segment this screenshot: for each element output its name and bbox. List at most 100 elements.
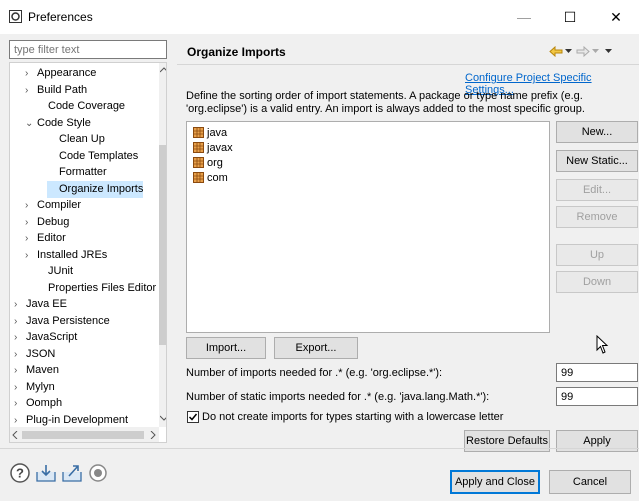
tree-item[interactable]: Clean Up	[47, 131, 105, 148]
tree-item[interactable]: › Compiler	[25, 197, 81, 214]
export-preferences-icon[interactable]	[61, 462, 83, 484]
tree-item[interactable]: › Installed JREs	[25, 247, 107, 264]
tree-item-label: Java Persistence	[26, 314, 110, 327]
cancel-button[interactable]: Cancel	[549, 470, 631, 494]
tree-item-label: Code Templates	[59, 149, 139, 162]
collapsed-chevron-icon[interactable]: ›	[25, 214, 37, 231]
tree-item[interactable]: › JSON	[14, 346, 55, 363]
export-button[interactable]: Export...	[274, 337, 358, 359]
forward-menu-chevron-icon[interactable]	[592, 49, 599, 54]
lowercase-checkbox-label[interactable]: Do not create imports for types starting…	[202, 411, 503, 423]
imports-threshold-label: Number of imports needed for .* (e.g. 'o…	[186, 367, 443, 379]
imports-threshold-input[interactable]	[556, 363, 638, 382]
tree-item[interactable]: Organize Imports	[47, 180, 144, 198]
tree-item-label: Code Coverage	[48, 100, 126, 112]
close-button[interactable]: ✕	[593, 0, 639, 34]
scroll-up-icon[interactable]	[160, 67, 167, 73]
filter-input[interactable]	[9, 40, 167, 59]
remove-button[interactable]: Remove	[556, 206, 638, 228]
title-bar: Preferences — ☐ ✕	[0, 0, 639, 34]
tree-item-label: Editor	[37, 232, 66, 244]
page-header: Organize Imports	[177, 38, 639, 65]
collapsed-chevron-icon[interactable]: ›	[14, 412, 26, 429]
collapsed-chevron-icon[interactable]: ›	[25, 230, 37, 247]
apply-and-close-button[interactable]: Apply and Close	[450, 470, 540, 494]
collapsed-chevron-icon[interactable]: ›	[14, 346, 26, 363]
description-line-2: 'org.eclipse') is a valid entry. An impo…	[186, 103, 585, 115]
page-title: Organize Imports	[187, 45, 286, 59]
up-button[interactable]: Up	[556, 244, 638, 266]
minimize-button[interactable]: —	[501, 0, 547, 34]
tree-item[interactable]: Properties Files Editor	[36, 280, 156, 297]
tree-item-label: Java EE	[26, 298, 67, 310]
tree-item[interactable]: › Java EE	[14, 296, 67, 313]
tree-item-label: Oomph	[26, 397, 63, 409]
maximize-button[interactable]: ☐	[547, 0, 593, 34]
tree-item[interactable]: › Maven	[14, 362, 59, 379]
collapsed-chevron-icon[interactable]: ›	[25, 65, 37, 82]
tree-item[interactable]: › Java Persistence	[14, 313, 110, 330]
new-static-button[interactable]: New Static...	[556, 150, 638, 172]
tree-item-label: Maven	[26, 364, 60, 376]
collapsed-chevron-icon[interactable]: ›	[25, 247, 37, 264]
preferences-tree: › Appearance › Build Path Code Coverage ⌄ Code…	[9, 62, 167, 443]
tree-item-label: Appearance	[37, 67, 97, 79]
collapsed-chevron-icon[interactable]: ›	[14, 379, 26, 396]
tree-item-label: JavaScript	[26, 331, 78, 343]
tree-item[interactable]: JUnit	[36, 263, 73, 280]
edit-button[interactable]: Edit...	[556, 179, 638, 201]
expanded-chevron-icon[interactable]: ⌄	[25, 115, 37, 132]
tree-scroll-thumb[interactable]	[159, 145, 166, 345]
tree-item[interactable]: ⌄ Code Style	[25, 115, 91, 132]
record-icon[interactable]	[87, 462, 109, 484]
import-order-list[interactable]: java javax org com	[186, 121, 550, 333]
tree-item[interactable]: Formatter	[47, 164, 107, 181]
forward-arrow-icon[interactable]	[576, 46, 590, 57]
tree-hscroll-thumb[interactable]	[22, 431, 144, 439]
mouse-pointer-icon	[596, 335, 609, 354]
tree-item-label: Code Style	[37, 116, 91, 129]
svg-text:?: ?	[16, 466, 24, 481]
lowercase-checkbox[interactable]	[187, 411, 199, 423]
scroll-right-icon[interactable]	[150, 431, 156, 439]
package-name: com	[207, 172, 228, 184]
tree-item[interactable]: › Debug	[25, 214, 69, 231]
import-preferences-icon[interactable]	[35, 462, 57, 484]
collapsed-chevron-icon[interactable]: ›	[14, 329, 26, 346]
tree-item[interactable]: › Plug-in Development	[14, 412, 128, 429]
list-item[interactable]: com	[193, 170, 228, 187]
static-imports-threshold-input[interactable]	[556, 387, 638, 406]
tree-item[interactable]: › Build Path	[25, 82, 87, 99]
tree-item[interactable]: › Appearance	[25, 65, 96, 82]
help-icon[interactable]: ?	[9, 462, 31, 484]
collapsed-chevron-icon[interactable]: ›	[14, 313, 26, 330]
tree-item-label: Clean Up	[59, 133, 105, 145]
tree-item[interactable]: Code Coverage	[36, 98, 125, 115]
back-menu-chevron-icon[interactable]	[565, 49, 572, 54]
package-icon	[193, 172, 204, 183]
collapsed-chevron-icon[interactable]: ›	[25, 197, 37, 214]
import-button[interactable]: Import...	[186, 337, 266, 359]
collapsed-chevron-icon[interactable]: ›	[14, 362, 26, 379]
view-menu-icon[interactable]	[605, 49, 612, 54]
tree-item-label: Mylyn	[26, 380, 55, 393]
tree-item[interactable]: › Mylyn	[14, 379, 55, 396]
collapsed-chevron-icon[interactable]: ›	[14, 296, 26, 313]
down-button[interactable]: Down	[556, 271, 638, 293]
tree-item[interactable]: Code Templates	[47, 148, 138, 165]
scroll-down-icon[interactable]	[160, 415, 167, 421]
tree-item-label: JUnit	[48, 265, 74, 277]
tree-item-label: Installed JREs	[37, 248, 108, 261]
tree-item-label: Properties Files Editor	[48, 281, 157, 294]
tree-item[interactable]: › Oomph	[14, 395, 62, 412]
back-arrow-icon[interactable]	[549, 46, 563, 57]
tree-item[interactable]: › JavaScript	[14, 329, 77, 346]
new-button[interactable]: New...	[556, 121, 638, 143]
scroll-left-icon[interactable]	[12, 431, 18, 439]
tree-item-label: JSON	[26, 347, 56, 360]
tree-item[interactable]: › Editor	[25, 230, 66, 247]
collapsed-chevron-icon[interactable]: ›	[25, 82, 37, 99]
package-icon	[193, 142, 204, 153]
package-icon	[193, 127, 204, 138]
collapsed-chevron-icon[interactable]: ›	[14, 395, 26, 412]
